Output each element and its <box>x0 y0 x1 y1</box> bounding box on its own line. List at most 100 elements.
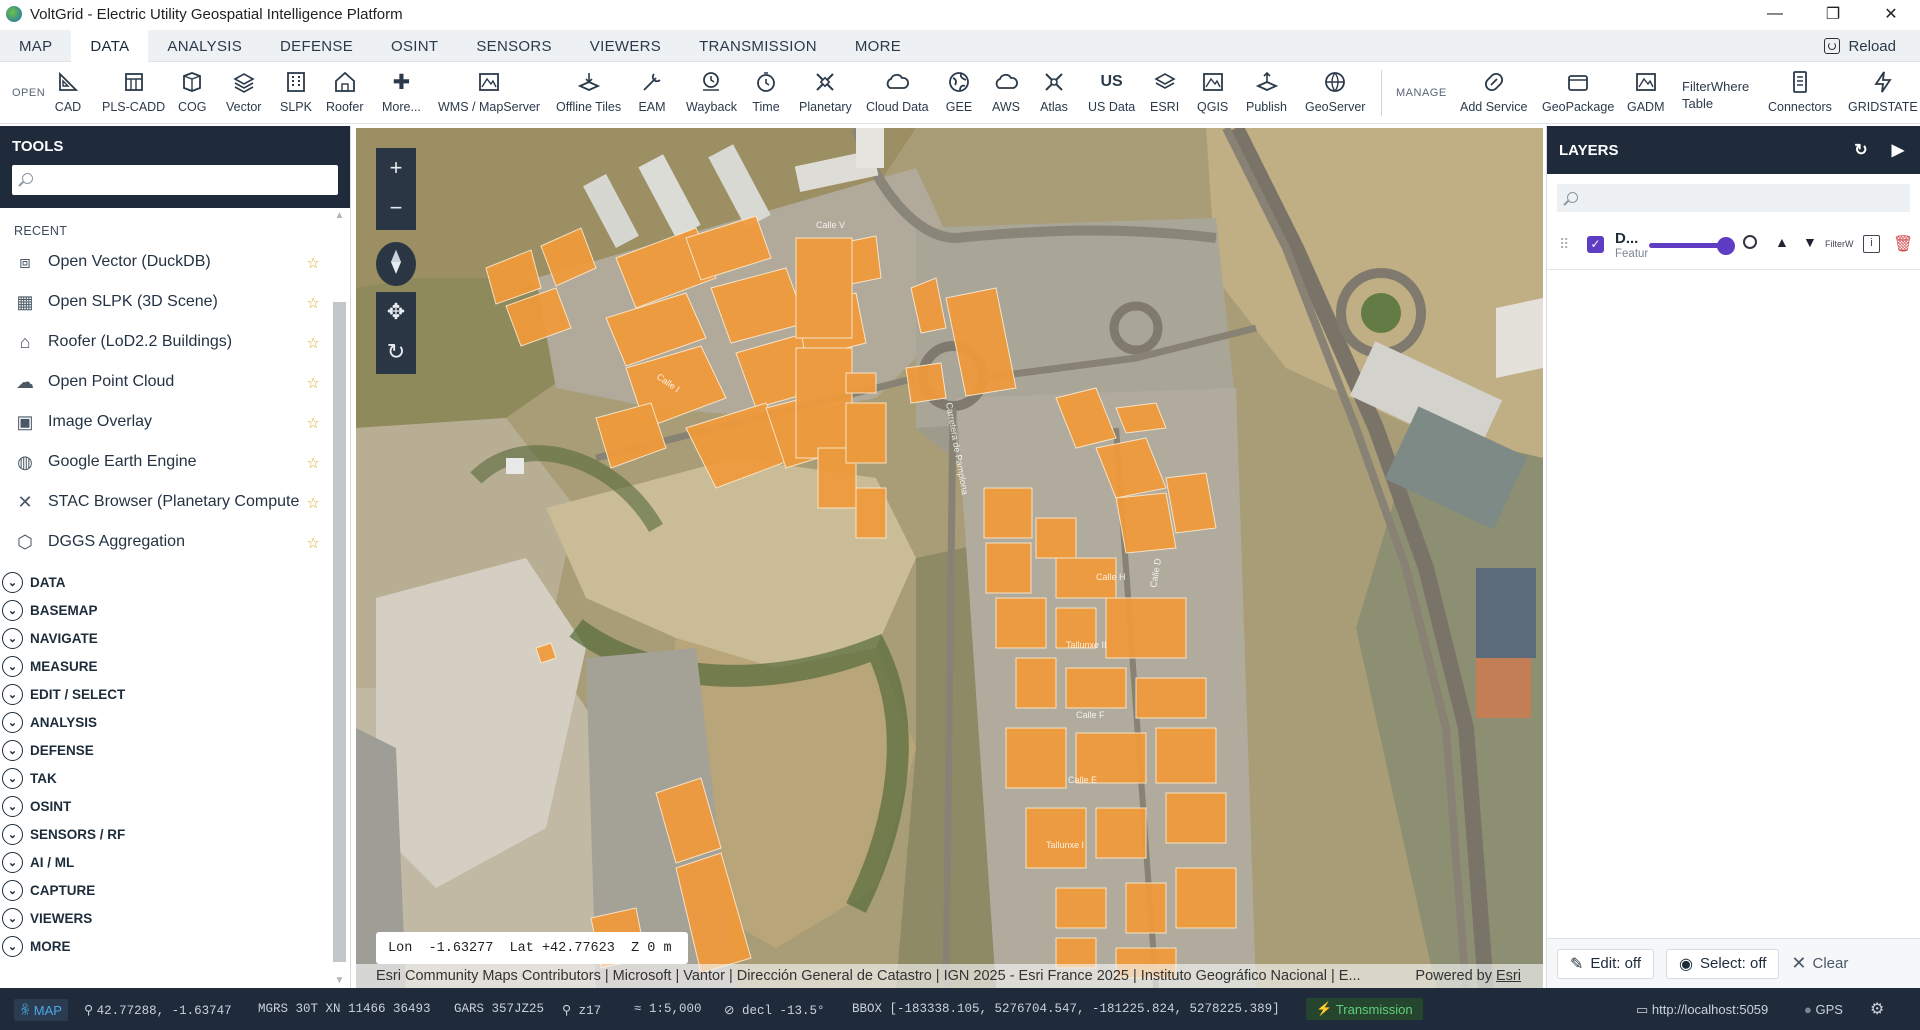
tools-scrollbar[interactable]: ▲ ▼ <box>331 208 348 988</box>
trash-icon[interactable]: 🗑 <box>1893 234 1913 254</box>
move-down-icon[interactable]: ▼ <box>1803 234 1817 250</box>
star-icon[interactable]: ☆ <box>307 374 320 392</box>
section-defense[interactable]: ⌄ DEFENSE <box>0 736 350 764</box>
aws-button[interactable]: AWS <box>992 68 1020 120</box>
scroll-thumb[interactable] <box>333 302 346 962</box>
wayback-button[interactable]: Wayback <box>686 68 737 120</box>
rotate-button[interactable]: ↻ <box>376 332 416 372</box>
info-icon[interactable]: i <box>1863 235 1880 253</box>
tab-osint[interactable]: OSINT <box>372 30 457 62</box>
recent-item-gee[interactable]: ◍ Google Earth Engine ☆ <box>0 442 350 482</box>
offline-tiles-button[interactable]: Offline Tiles <box>556 68 621 120</box>
gridstate-button[interactable]: GRIDSTATE <box>1848 68 1918 120</box>
slpk-button[interactable]: SLPK <box>280 68 312 120</box>
gee-button[interactable]: GEE <box>945 68 973 120</box>
recent-item-open-slpk[interactable]: ▦ Open SLPK (3D Scene) ☆ <box>0 282 350 322</box>
us-data-button[interactable]: US US Data <box>1088 68 1135 120</box>
recent-item-image-overlay[interactable]: ▣ Image Overlay ☆ <box>0 402 350 442</box>
zoom-in-button[interactable]: + <box>376 148 416 188</box>
drag-handle-icon[interactable]: ⠿ <box>1559 236 1569 253</box>
section-tak[interactable]: ⌄ TAK <box>0 764 350 792</box>
add-service-button[interactable]: Add Service <box>1460 68 1527 120</box>
roofer-button[interactable]: Roofer <box>326 68 364 120</box>
section-edit-select[interactable]: ⌄ EDIT / SELECT <box>0 680 350 708</box>
layer-row[interactable]: ⠿ ✓ D... Featur ▲ ▼ FilterW i 🗑 <box>1547 224 1920 270</box>
recent-item-open-vector[interactable]: ⧈ Open Vector (DuckDB) ☆ <box>0 242 350 282</box>
section-sensors-rf[interactable]: ⌄ SENSORS / RF <box>0 820 350 848</box>
minimize-button[interactable]: — <box>1746 0 1804 28</box>
cloud-data-button[interactable]: Cloud Data <box>866 68 929 120</box>
pan-button[interactable]: ✥ <box>376 292 416 332</box>
select-toggle-button[interactable]: ◉ Select: off <box>1666 948 1780 979</box>
tab-map[interactable]: MAP <box>0 30 71 62</box>
atlas-button[interactable]: Atlas <box>1040 68 1068 120</box>
esri-button[interactable]: ESRI <box>1150 68 1179 120</box>
section-ai-ml[interactable]: ⌄ AI / ML <box>0 848 350 876</box>
time-button[interactable]: Time <box>752 68 780 120</box>
recent-item-point-cloud[interactable]: ☁ Open Point Cloud ☆ <box>0 362 350 402</box>
mode-badge[interactable]: ꆜ MAP <box>14 999 68 1021</box>
play-icon[interactable]: ▶ <box>1892 140 1904 160</box>
star-icon[interactable]: ☆ <box>307 534 320 552</box>
restore-button[interactable]: ❐ <box>1804 0 1862 28</box>
star-icon[interactable]: ☆ <box>307 414 320 432</box>
cad-button[interactable]: CAD <box>54 68 82 120</box>
clear-button[interactable]: ✕ Clear <box>1791 953 1848 974</box>
tab-more[interactable]: MORE <box>836 30 920 62</box>
vector-button[interactable]: Vector <box>226 68 261 120</box>
section-capture[interactable]: ⌄ CAPTURE <box>0 876 350 904</box>
zoom-out-button[interactable]: − <box>376 188 416 228</box>
pls-cadd-button[interactable]: PLS-CADD <box>102 68 165 120</box>
transmission-badge[interactable]: ⚡ Transmission <box>1306 998 1423 1020</box>
tab-analysis[interactable]: ANALYSIS <box>148 30 261 62</box>
tools-search-input[interactable] <box>12 165 338 195</box>
opacity-slider-handle[interactable] <box>1717 237 1735 255</box>
tab-data[interactable]: DATA <box>71 29 149 62</box>
reload-button[interactable]: Reload <box>1824 30 1896 62</box>
star-icon[interactable]: ☆ <box>307 494 320 512</box>
refresh-icon[interactable]: ↻ <box>1854 140 1867 160</box>
esri-link[interactable]: Esri <box>1496 968 1521 984</box>
map-view[interactable]: Carretera de Pamplona Calle H Calle F Ca… <box>356 128 1543 988</box>
more-open-button[interactable]: ✚ More... <box>382 68 421 120</box>
compass-button[interactable] <box>376 242 416 286</box>
section-data[interactable]: ⌄ DATA <box>0 568 350 596</box>
scroll-up-arrow-icon[interactable]: ▲ <box>334 210 345 221</box>
layer-visibility-checkbox[interactable]: ✓ <box>1587 236 1604 253</box>
geopackage-button[interactable]: GeoPackage <box>1542 68 1614 120</box>
eam-button[interactable]: EAM <box>638 68 666 120</box>
scroll-down-arrow-icon[interactable]: ▼ <box>334 975 345 986</box>
qgis-button[interactable]: QGIS <box>1197 68 1228 120</box>
settings-gear-icon[interactable]: ⚙ <box>1870 999 1884 1019</box>
edit-toggle-button[interactable]: ✎ Edit: off <box>1557 948 1654 979</box>
section-osint[interactable]: ⌄ OSINT <box>0 792 350 820</box>
tab-viewers[interactable]: VIEWERS <box>571 30 680 62</box>
connectors-button[interactable]: Connectors <box>1768 68 1832 120</box>
tab-transmission[interactable]: TRANSMISSION <box>680 30 836 62</box>
section-viewers[interactable]: ⌄ VIEWERS <box>0 904 350 932</box>
filter-where-button[interactable]: FilterW <box>1825 239 1854 249</box>
tab-defense[interactable]: DEFENSE <box>261 30 372 62</box>
section-more[interactable]: ⌄ MORE <box>0 932 350 960</box>
recent-item-dggs[interactable]: ⬡ DGGS Aggregation ☆ <box>0 522 350 562</box>
wms-button[interactable]: WMS / MapServer <box>438 68 540 120</box>
filterwhere-table-button[interactable]: FilterWhere Table <box>1682 78 1749 112</box>
star-icon[interactable]: ☆ <box>307 294 320 312</box>
cog-button[interactable]: COG <box>178 68 206 120</box>
section-basemap[interactable]: ⌄ BASEMAP <box>0 596 350 624</box>
recent-item-stac-browser[interactable]: ✕ STAC Browser (Planetary Computer) ☆ <box>0 482 350 522</box>
section-analysis[interactable]: ⌄ ANALYSIS <box>0 708 350 736</box>
planetary-button[interactable]: Planetary <box>799 68 852 120</box>
section-measure[interactable]: ⌄ MEASURE <box>0 652 350 680</box>
tab-sensors[interactable]: SENSORS <box>457 30 570 62</box>
move-up-icon[interactable]: ▲ <box>1775 234 1789 250</box>
zoom-to-layer-icon[interactable] <box>1743 235 1757 249</box>
gadm-button[interactable]: GADM <box>1627 68 1665 120</box>
publish-button[interactable]: Publish <box>1246 68 1287 120</box>
close-button[interactable]: ✕ <box>1862 0 1920 28</box>
gps-status[interactable]: ● GPS <box>1804 1002 1843 1017</box>
star-icon[interactable]: ☆ <box>307 254 320 272</box>
star-icon[interactable]: ☆ <box>307 334 320 352</box>
star-icon[interactable]: ☆ <box>307 454 320 472</box>
geoserver-button[interactable]: GeoServer <box>1305 68 1365 120</box>
